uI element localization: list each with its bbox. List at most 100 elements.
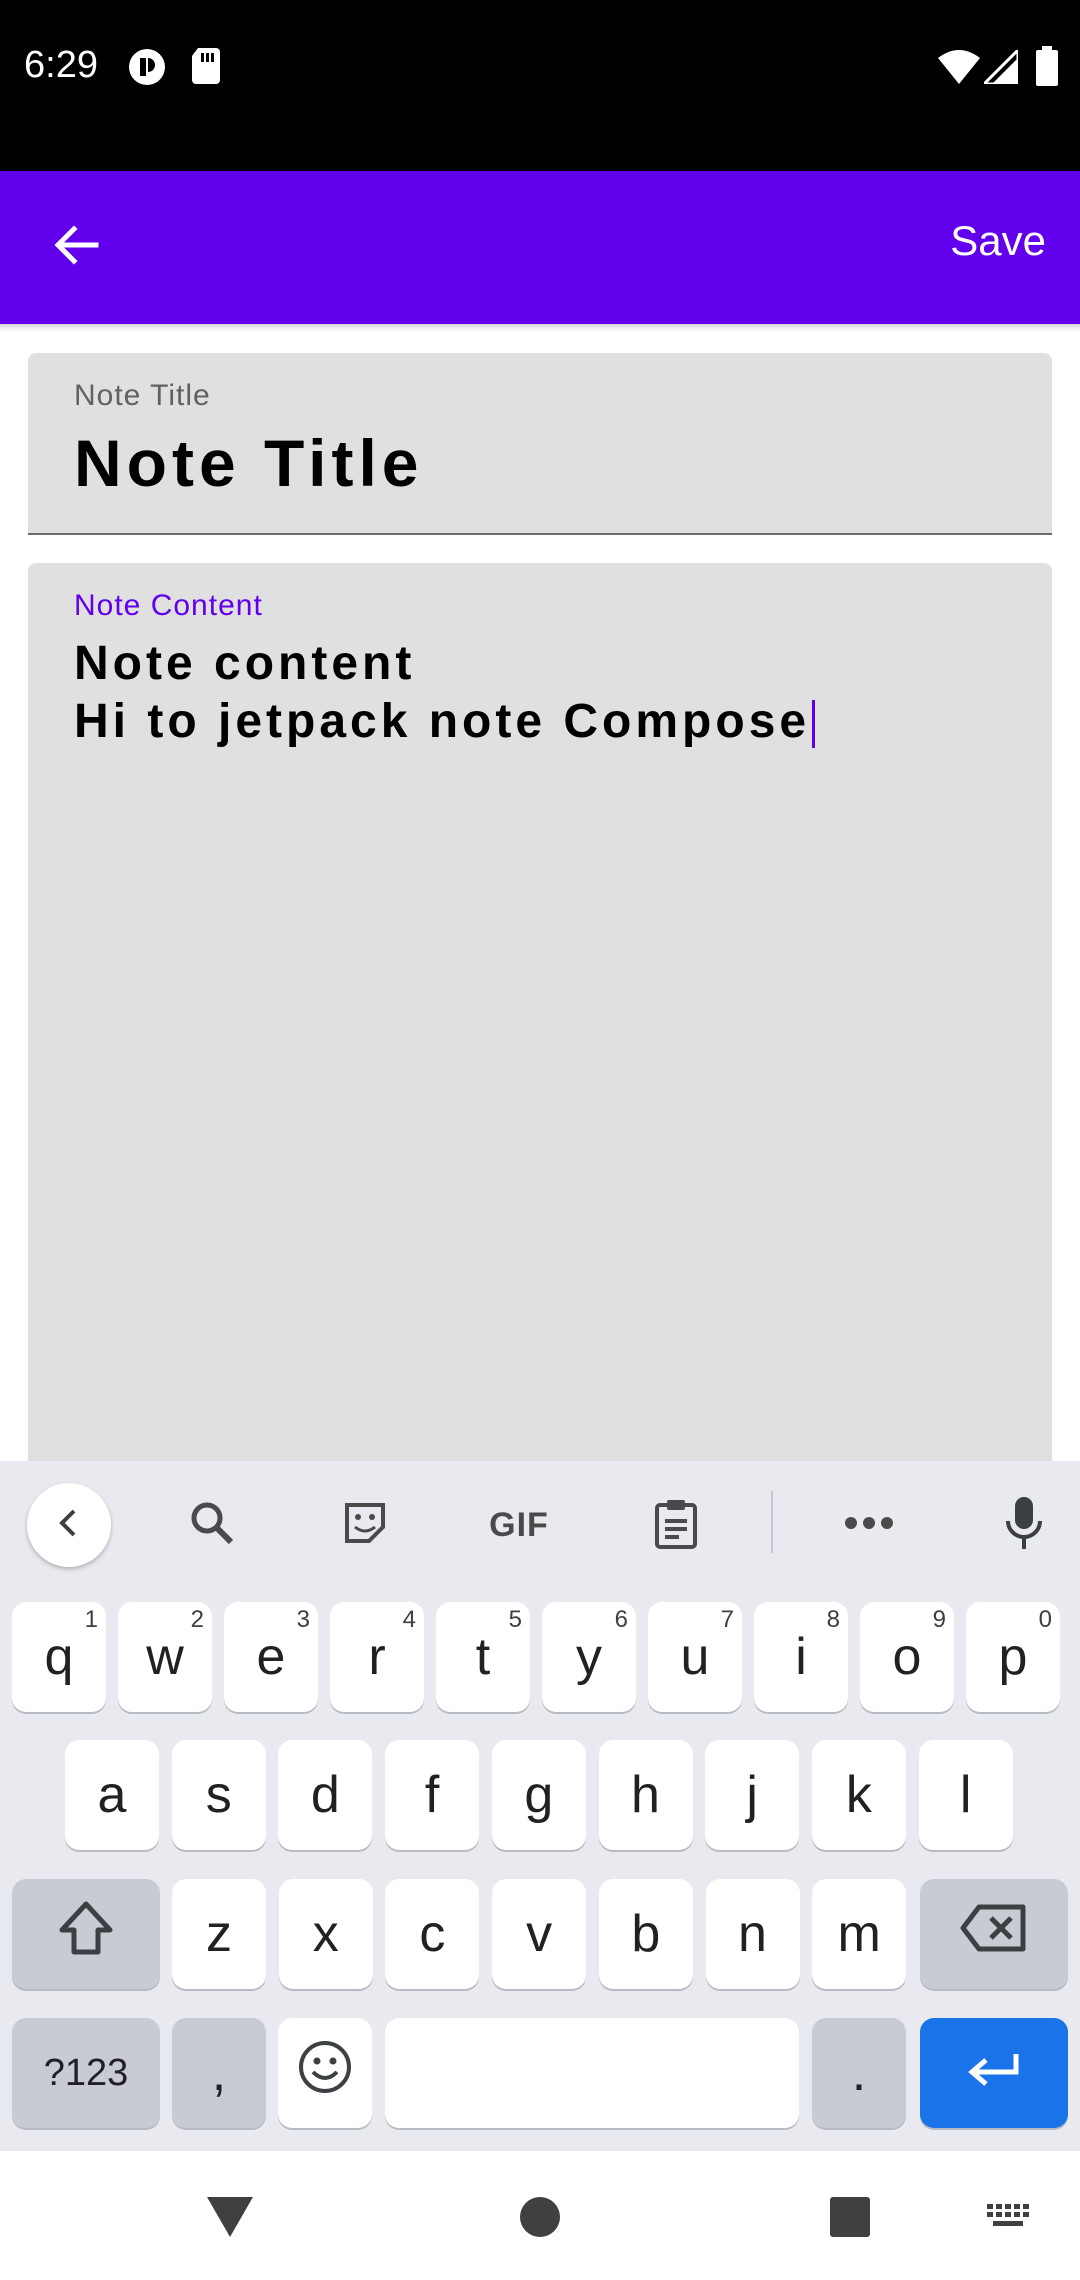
key-s[interactable]: s [171, 1740, 266, 1850]
keyboard-collapse-button[interactable] [27, 1483, 111, 1567]
key-v[interactable]: v [492, 1879, 587, 1989]
key-z[interactable]: z [172, 1879, 266, 1989]
sticker-icon [341, 1499, 389, 1552]
key-l[interactable]: l [918, 1740, 1013, 1850]
period-key[interactable]: . [812, 2018, 906, 2128]
key-p[interactable]: p0 [966, 1602, 1060, 1712]
system-nav-bar [0, 2151, 1080, 2280]
status-bar: 6:29 [0, 0, 1080, 171]
keyboard-more-button[interactable] [827, 1483, 911, 1567]
nav-keyboard-switch-button[interactable] [978, 2189, 1038, 2249]
key-b[interactable]: b [598, 1879, 693, 1989]
key-letter: p [998, 1628, 1028, 1686]
key-x[interactable]: x [278, 1879, 373, 1989]
symbols-key[interactable]: ?123 [12, 2018, 160, 2128]
emoji-key[interactable] [278, 2018, 372, 2128]
key-r[interactable]: r4 [330, 1602, 424, 1712]
keyboard-switch-icon [985, 2202, 1031, 2237]
nav-home-button[interactable] [510, 2189, 570, 2249]
key-t[interactable]: t5 [436, 1602, 530, 1712]
more-icon [844, 1516, 894, 1535]
sim-card-icon [192, 48, 222, 89]
key-e[interactable]: e3 [224, 1602, 318, 1712]
keyboard-mic-button[interactable] [982, 1483, 1066, 1567]
note-title-field[interactable]: Note Title Note Title [28, 353, 1052, 535]
key-letter: y [576, 1628, 602, 1686]
key-c[interactable]: c [385, 1879, 480, 1989]
note-content-label: Note Content [74, 589, 263, 622]
note-content-line-2: Hi to jetpack note Compose [74, 693, 816, 751]
note-title-label: Note Title [74, 379, 211, 412]
toolbar-divider [771, 1491, 773, 1553]
shift-icon [56, 1900, 116, 1969]
gif-label: GIF [489, 1505, 549, 1544]
key-number-hint: 2 [190, 1606, 204, 1633]
key-number-hint: 1 [84, 1606, 98, 1633]
key-letter: o [892, 1628, 922, 1686]
key-j[interactable]: j [705, 1740, 800, 1850]
shift-key[interactable] [12, 1879, 160, 1989]
keyboard-search-button[interactable] [170, 1483, 254, 1567]
note-content-field[interactable]: Note Content Note content Hi to jetpack … [28, 563, 1052, 1463]
key-k[interactable]: k [811, 1740, 906, 1850]
key-h[interactable]: h [598, 1740, 693, 1850]
enter-key[interactable] [920, 2018, 1068, 2128]
key-letter: e [256, 1628, 286, 1686]
key-a[interactable]: a [65, 1740, 159, 1850]
key-number-hint: 6 [614, 1606, 628, 1633]
key-number-hint: 9 [932, 1606, 946, 1633]
key-o[interactable]: o9 [860, 1602, 954, 1712]
key-i[interactable]: i8 [754, 1602, 848, 1712]
key-n[interactable]: n [705, 1879, 800, 1989]
keyboard-clipboard-button[interactable] [634, 1483, 718, 1567]
key-g[interactable]: g [491, 1740, 586, 1850]
app-bar: Save [0, 171, 1080, 324]
key-f[interactable]: f [385, 1740, 480, 1850]
chevron-left-icon [51, 1505, 87, 1546]
key-letter: t [475, 1628, 491, 1686]
save-button[interactable]: Save [950, 217, 1046, 265]
key-number-hint: 3 [296, 1606, 310, 1633]
key-letter: u [680, 1628, 710, 1686]
key-number-hint: 8 [826, 1606, 840, 1633]
nav-back-button[interactable] [200, 2189, 260, 2249]
key-y[interactable]: y6 [542, 1602, 636, 1712]
key-q[interactable]: q1 [12, 1602, 106, 1712]
key-number-hint: 0 [1038, 1606, 1052, 1633]
back-triangle-icon [205, 2195, 255, 2244]
keyboard-gif-button[interactable]: GIF [477, 1483, 561, 1567]
key-m[interactable]: m [812, 1879, 907, 1989]
emoji-icon [297, 2039, 353, 2108]
key-letter: w [146, 1628, 184, 1686]
key-w[interactable]: w2 [118, 1602, 212, 1712]
mic-icon [1004, 1495, 1044, 1556]
status-time: 6:29 [24, 44, 98, 86]
arrow-back-icon [52, 221, 100, 274]
cell-signal-icon [980, 46, 1020, 89]
key-number-hint: 4 [402, 1606, 416, 1633]
key-u[interactable]: u7 [648, 1602, 742, 1712]
space-key[interactable] [385, 2018, 799, 2128]
nav-recents-button[interactable] [820, 2189, 880, 2249]
key-letter: i [795, 1628, 807, 1686]
search-icon [187, 1498, 237, 1553]
backspace-key[interactable] [920, 1879, 1068, 1989]
key-number-hint: 7 [720, 1606, 734, 1633]
battery-icon [1036, 46, 1058, 91]
clipboard-icon [653, 1497, 699, 1554]
enter-icon [964, 2043, 1024, 2103]
key-d[interactable]: d [278, 1740, 373, 1850]
backspace-icon [959, 1903, 1029, 1966]
comma-key[interactable]: , [172, 2018, 266, 2128]
keyboard-toolbar: GIF [0, 1461, 1080, 1581]
note-content-input[interactable]: Note content Hi to jetpack note Compose [74, 635, 816, 751]
wifi-icon [938, 50, 980, 89]
key-letter: r [368, 1628, 386, 1686]
keyboard-sticker-button[interactable] [323, 1483, 407, 1567]
app-bar-shadow [0, 324, 1080, 332]
recents-square-icon [828, 2195, 872, 2244]
note-title-input[interactable]: Note Title [74, 425, 423, 501]
text-cursor [812, 700, 816, 749]
key-letter: q [44, 1628, 74, 1686]
back-button[interactable] [40, 211, 112, 283]
